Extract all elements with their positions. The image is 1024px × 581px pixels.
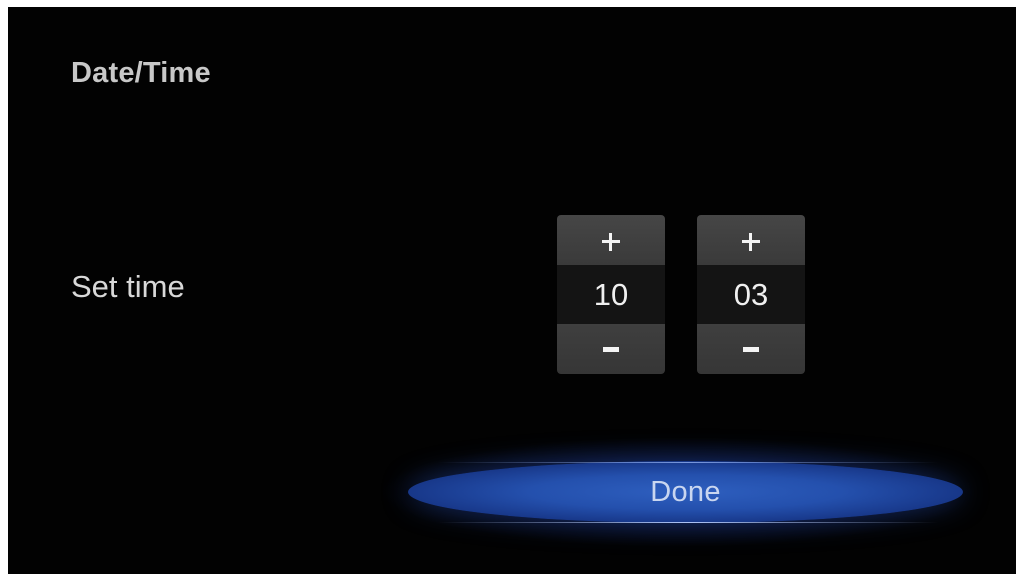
minus-icon (603, 346, 619, 352)
hours-value: 10 (557, 265, 665, 324)
done-button-highlight-bottom (438, 522, 938, 523)
hours-decrement-button[interactable] (557, 324, 665, 374)
minutes-spinner: 03 (697, 215, 805, 374)
minus-icon (743, 346, 759, 352)
minutes-decrement-button[interactable] (697, 324, 805, 374)
done-button-highlight-top (438, 462, 938, 463)
done-button-label: Done (650, 475, 721, 508)
datetime-screen: Date/Time Set time 10 03 Done (8, 7, 1016, 574)
hours-increment-button[interactable] (557, 215, 665, 265)
hours-spinner: 10 (557, 215, 665, 374)
minutes-increment-button[interactable] (697, 215, 805, 265)
plus-icon (602, 233, 620, 251)
set-time-label: Set time (71, 269, 185, 304)
minutes-value: 03 (697, 265, 805, 324)
done-button[interactable]: Done (408, 461, 963, 523)
plus-icon (742, 233, 760, 251)
page-title: Date/Time (71, 57, 211, 89)
